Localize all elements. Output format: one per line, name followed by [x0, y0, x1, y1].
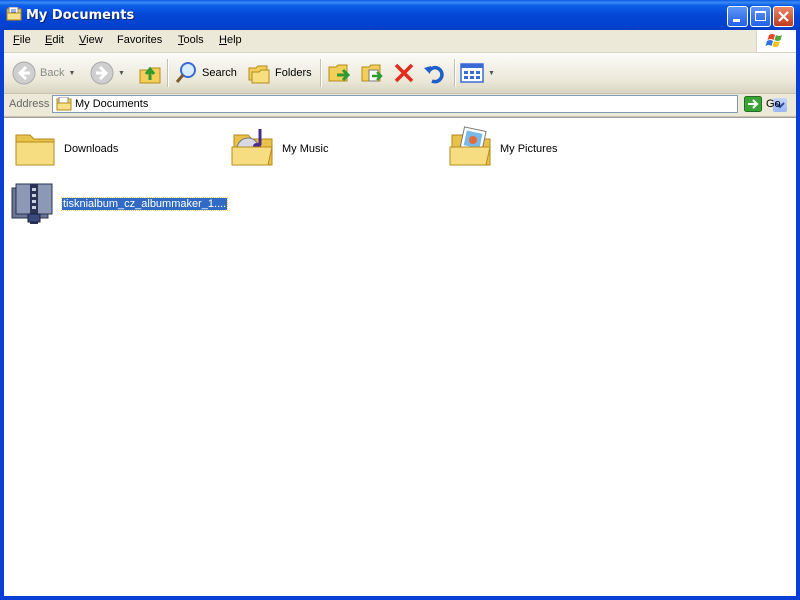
go-arrow-icon	[744, 96, 762, 112]
move-to-icon	[328, 64, 351, 82]
item-name: tisknialbum_cz_albummaker_1....	[60, 197, 229, 211]
go-label: Go	[766, 98, 781, 110]
close-button[interactable]	[773, 6, 794, 27]
standard-toolbar: Back ▼ ▼ Search Folders ▼	[4, 53, 796, 94]
views-icon	[460, 63, 484, 83]
forward-arrow-icon	[90, 61, 114, 85]
undo-icon	[424, 65, 444, 84]
toolbar-separator	[454, 59, 456, 87]
file-list-view[interactable]: Downloads My Music My Pictures tisknialb…	[4, 117, 796, 596]
toolbar-separator	[320, 59, 322, 87]
window-body: File Edit View Favorites Tools Help Back…	[4, 30, 796, 596]
go-button[interactable]: Go	[744, 95, 781, 113]
close-icon	[778, 11, 789, 22]
pictures-folder-icon	[448, 125, 496, 173]
back-dropdown-icon[interactable]: ▼	[68, 70, 75, 77]
toolbar-separator	[167, 59, 169, 87]
folder-item-downloads[interactable]: Downloads	[12, 125, 118, 173]
menu-help-rest: elp	[226, 34, 242, 46]
up-folder-button[interactable]	[138, 58, 162, 88]
address-label: Address	[9, 98, 50, 110]
back-label: Back	[40, 67, 65, 79]
forward-dropdown-icon[interactable]: ▼	[118, 70, 125, 77]
folders-icon	[248, 65, 270, 84]
address-input[interactable]: My Documents	[52, 95, 787, 113]
item-name: My Music	[282, 143, 329, 155]
search-label: Search	[202, 67, 237, 79]
back-arrow-icon	[12, 61, 36, 85]
move-to-button[interactable]	[327, 58, 353, 88]
music-folder-icon	[230, 125, 278, 173]
documents-folder-icon	[6, 6, 22, 21]
copy-to-button[interactable]	[360, 58, 386, 88]
documents-folder-icon	[56, 97, 72, 111]
item-name: Downloads	[64, 143, 119, 155]
zip-archive-icon	[10, 180, 58, 228]
views-dropdown-icon[interactable]: ▼	[488, 70, 495, 77]
forward-button[interactable]: ▼	[90, 58, 125, 88]
up-folder-icon	[139, 66, 161, 84]
delete-icon	[394, 63, 414, 83]
menu-help-key: H	[219, 34, 227, 46]
file-item-zip-archive[interactable]: tisknialbum_cz_albummaker_1....	[10, 180, 229, 228]
menu-tools[interactable]: Tools	[178, 34, 204, 46]
maximize-icon	[755, 11, 766, 21]
address-bar: Address My Documents Go	[4, 94, 796, 117]
search-button[interactable]: Search	[174, 58, 237, 88]
windows-flag-icon	[765, 34, 782, 47]
menu-file-key: F	[13, 34, 20, 46]
menu-bar: File Edit View Favorites Tools Help	[4, 30, 796, 53]
menu-help[interactable]: Help	[219, 34, 242, 46]
item-name: My Pictures	[500, 143, 558, 155]
menu-view-rest: iew	[86, 34, 103, 46]
address-value: My Documents	[75, 98, 149, 110]
menu-favorites[interactable]: Favorites	[117, 34, 162, 46]
menu-file[interactable]: File	[13, 34, 31, 46]
maximize-button[interactable]	[750, 6, 771, 27]
folder-item-my-pictures[interactable]: My Pictures	[448, 125, 557, 173]
search-icon	[175, 62, 196, 83]
windows-logo	[756, 30, 796, 52]
menu-tools-rest: ools	[183, 34, 204, 46]
menu-file-rest: ile	[19, 34, 31, 46]
minimize-button[interactable]	[727, 6, 748, 27]
folder-item-my-music[interactable]: My Music	[230, 125, 328, 173]
explorer-window: My Documents File Edit View Favorites To…	[0, 0, 800, 600]
folders-label: Folders	[275, 67, 312, 79]
menu-edit-rest: dit	[52, 34, 64, 46]
folders-button[interactable]: Folders	[247, 58, 312, 88]
window-title: My Documents	[26, 8, 135, 23]
menu-view[interactable]: View	[79, 34, 103, 46]
views-button[interactable]: ▼	[460, 58, 495, 88]
delete-button[interactable]	[392, 58, 416, 88]
menu-edit[interactable]: Edit	[45, 34, 64, 46]
copy-to-icon	[361, 64, 383, 82]
undo-button[interactable]	[423, 58, 447, 88]
minimize-icon	[733, 19, 740, 22]
menu-favorites-label: Favorites	[117, 34, 163, 46]
folder-icon	[12, 125, 60, 173]
back-button[interactable]: Back ▼	[12, 58, 75, 88]
title-bar[interactable]: My Documents	[0, 0, 800, 30]
